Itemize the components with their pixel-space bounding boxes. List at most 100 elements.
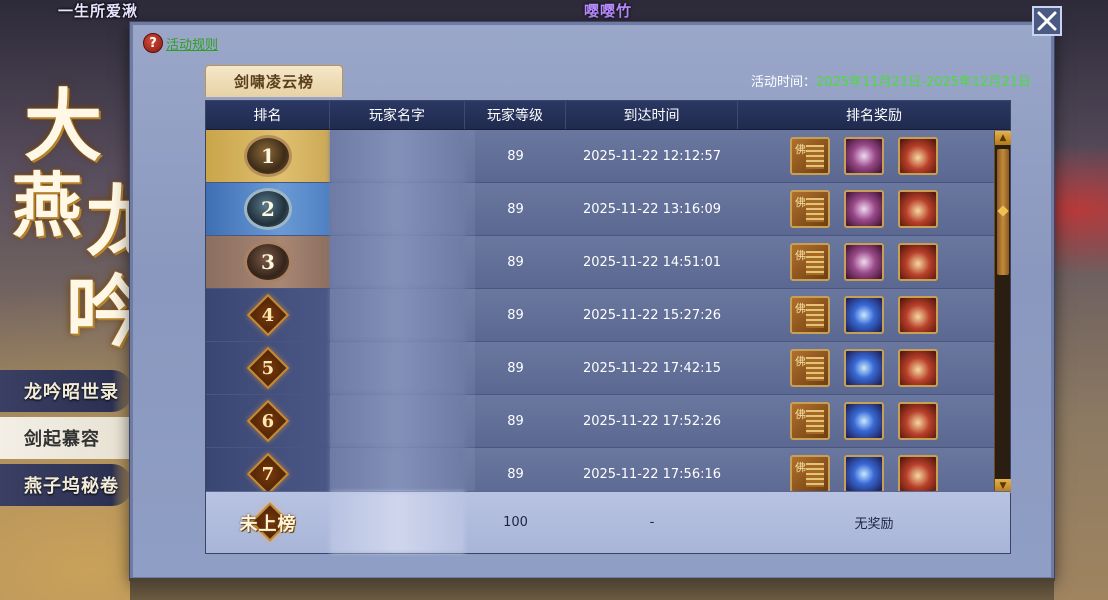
table-row: 5 89 2025-11-22 17:42:15 — [206, 342, 1010, 395]
blurred-name — [330, 395, 465, 447]
reward-cell — [738, 342, 1010, 394]
table-row: 1 89 2025-11-22 12:12:57 — [206, 130, 1010, 183]
treasure-chest-icon[interactable] — [898, 137, 938, 175]
table-row: 7 89 2025-11-22 17:56:16 — [206, 448, 1010, 492]
treasure-chest-icon[interactable] — [898, 402, 938, 440]
blue-wing-icon[interactable] — [844, 455, 884, 492]
scripture-book-icon[interactable] — [790, 243, 830, 281]
player-name-cell — [330, 130, 465, 182]
rank-cell: 4 — [206, 289, 330, 341]
arrival-time-cell: 2025-11-22 17:52:26 — [582, 413, 722, 429]
player-name-cell — [330, 289, 465, 341]
arrival-time-cell: 2025-11-22 12:12:57 — [582, 148, 722, 164]
scroll-thumb[interactable] — [997, 149, 1009, 275]
header-rank: 排名 — [206, 101, 330, 129]
silver-medal-icon: 2 — [244, 188, 292, 230]
player-level-cell: 89 — [507, 413, 524, 429]
rank-cell: 7 — [206, 448, 330, 492]
header-rank-reward: 排名奖励 — [846, 108, 902, 124]
my-rank-cell: 未上榜 — [206, 492, 330, 553]
rank-cell: 3 — [206, 236, 330, 288]
rank-diamond-icon: 4 — [246, 293, 290, 337]
rank-number: 3 — [261, 250, 275, 274]
question-icon: ? — [143, 33, 163, 53]
close-button[interactable] — [1030, 4, 1064, 38]
table-row: 4 89 2025-11-22 15:27:26 — [206, 289, 1010, 342]
rank-cell: 2 — [206, 183, 330, 235]
header-arrival-time: 到达时间 — [566, 101, 738, 129]
player-level-cell: 89 — [507, 466, 524, 482]
player-level-cell: 89 — [507, 148, 524, 164]
rules-link[interactable]: ? 活动规则 — [143, 33, 218, 53]
scripture-book-icon[interactable] — [790, 137, 830, 175]
table-scrollbar[interactable]: ▲ ▼ — [994, 131, 1011, 493]
blurred-name — [330, 130, 465, 182]
rank-number: 7 — [261, 463, 275, 485]
treasure-chest-icon[interactable] — [898, 455, 938, 492]
table-row: 2 89 2025-11-22 13:16:09 — [206, 183, 1010, 236]
player-level-cell: 89 — [507, 254, 524, 270]
treasure-chest-icon[interactable] — [898, 349, 938, 387]
player-name-tag-left: 一生所爱湫 — [58, 2, 139, 20]
title-char-2: 燕 — [12, 164, 82, 247]
rank-number: 6 — [261, 410, 275, 432]
purple-scroll-icon[interactable] — [844, 190, 884, 228]
scripture-book-icon[interactable] — [790, 402, 830, 440]
treasure-chest-icon[interactable] — [898, 296, 938, 334]
side-item-longyin-record[interactable]: 龙吟昭世录 — [0, 370, 132, 412]
arrival-time-cell: 2025-11-22 15:27:26 — [582, 307, 722, 323]
player-level-cell: 89 — [507, 201, 524, 217]
my-level-cell: 100 — [503, 515, 528, 530]
bronze-medal-icon: 3 — [244, 241, 292, 283]
event-time-value: 2025年11月21日-2025年12月21日 — [815, 75, 1031, 90]
scene-bottom-band — [130, 578, 1054, 600]
scripture-book-icon[interactable] — [790, 349, 830, 387]
reward-cell — [738, 183, 1010, 235]
rank-number: 4 — [261, 304, 275, 326]
blue-wing-icon[interactable] — [844, 296, 884, 334]
rank-number: 1 — [261, 144, 275, 168]
event-time: 活动时间：2025年11月21日-2025年12月21日 — [751, 71, 1031, 90]
reward-cell — [738, 289, 1010, 341]
blurred-name — [330, 236, 465, 288]
arrival-time-cell: 2025-11-22 13:16:09 — [582, 201, 722, 217]
scripture-book-icon[interactable] — [790, 455, 830, 492]
table-row: 6 89 2025-11-22 17:52:26 — [206, 395, 1010, 448]
reward-cell — [738, 395, 1010, 447]
blue-wing-icon[interactable] — [844, 349, 884, 387]
gold-medal-icon: 1 — [244, 135, 292, 177]
treasure-chest-icon[interactable] — [898, 243, 938, 281]
player-name-cell — [330, 342, 465, 394]
player-name-tag-mid: 嘤嘤竹 — [584, 2, 633, 20]
treasure-chest-icon[interactable] — [898, 190, 938, 228]
rules-label: 活动规则 — [166, 37, 219, 53]
player-name-cell — [330, 183, 465, 235]
my-rank-label: 未上榜 — [239, 513, 297, 535]
scripture-book-icon[interactable] — [790, 296, 830, 334]
scripture-book-icon[interactable] — [790, 190, 830, 228]
table-header: 排名 玩家名字 玩家等级 到达时间 排名奖励 — [206, 101, 1010, 130]
rank-cell: 1 — [206, 130, 330, 182]
blurred-name — [330, 289, 465, 341]
purple-scroll-icon[interactable] — [844, 243, 884, 281]
player-name-cell — [330, 395, 465, 447]
player-level-cell: 89 — [507, 360, 524, 376]
rank-number: 2 — [261, 197, 275, 221]
side-item-yanziwu-scroll[interactable]: 燕子坞秘卷 — [0, 464, 132, 506]
header-player-name: 玩家名字 — [330, 101, 465, 129]
rank-cell: 6 — [206, 395, 330, 447]
tab-jianxiao-ranking[interactable]: 剑啸凌云榜 — [205, 65, 343, 97]
blurred-name — [330, 448, 465, 492]
reward-cell — [738, 448, 1010, 492]
purple-scroll-icon[interactable] — [844, 137, 884, 175]
reward-cell — [738, 236, 1010, 288]
rank-number: 5 — [261, 357, 275, 379]
arrival-time-cell: 2025-11-22 14:51:01 — [582, 254, 722, 270]
scroll-up-icon[interactable]: ▲ — [995, 131, 1011, 145]
close-x-icon — [1032, 6, 1062, 36]
table-body[interactable]: 1 89 2025-11-22 12:12:57 2 89 2025-11-22… — [206, 130, 1010, 492]
my-time-cell: - — [649, 515, 655, 530]
my-reward-cell: 无奖励 — [854, 517, 894, 532]
blue-wing-icon[interactable] — [844, 402, 884, 440]
player-name-cell — [330, 236, 465, 288]
